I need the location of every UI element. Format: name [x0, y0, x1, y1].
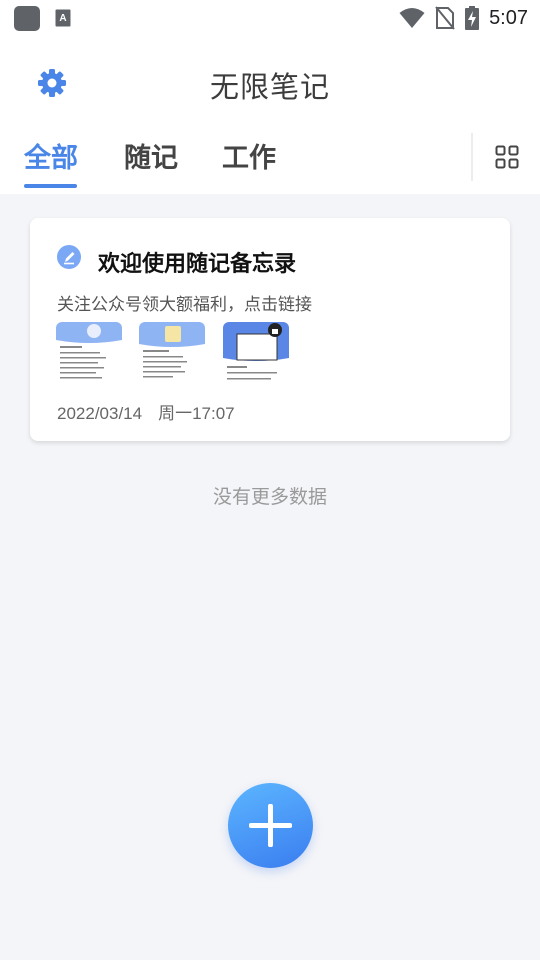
note-thumbnail[interactable] [223, 322, 289, 386]
pen-circle-icon [57, 245, 81, 269]
plus-icon [249, 804, 292, 847]
status-time: 5:07 [489, 6, 528, 29]
keyboard-a-icon: A [55, 9, 71, 27]
battery-charging-icon [465, 6, 480, 30]
app-icon [14, 6, 40, 31]
page-title: 无限笔记 [209, 70, 330, 104]
note-timestamp: 2022/03/14 周一17:07 [57, 399, 251, 424]
app-header: 无限笔记 全部 随记 工作 [0, 36, 540, 194]
note-title: 欢迎使用随记备忘录 [98, 252, 297, 277]
add-note-button[interactable] [228, 783, 313, 868]
wifi-icon [399, 8, 425, 28]
note-date: 2022/03/14 [57, 404, 143, 423]
status-icons: 5:07 [399, 4, 528, 32]
active-tab-indicator [24, 184, 77, 188]
note-subtitle: 关注公众号领大额福利，点击链接 [57, 295, 312, 315]
tab-all[interactable]: 全部 [24, 136, 78, 186]
note-thumbnail[interactable] [56, 322, 122, 386]
tab-work[interactable]: 工作 [222, 136, 276, 186]
note-card[interactable]: 欢迎使用随记备忘录 关注公众号领大额福利，点击链接 2022/03/14 周一1… [30, 218, 510, 441]
no-sim-icon [435, 6, 455, 30]
tab-bar: 全部 随记 工作 [0, 132, 470, 192]
status-bar: A 5:07 [0, 0, 540, 36]
note-weekday-time: 周一17:07 [158, 404, 235, 423]
grid-icon[interactable] [495, 145, 519, 169]
tab-notes[interactable]: 随记 [124, 136, 178, 186]
tab-divider [471, 133, 473, 181]
note-thumbnail[interactable] [139, 322, 205, 386]
svg-text:A: A [59, 13, 66, 24]
empty-list-hint: 没有更多数据 [212, 486, 327, 508]
